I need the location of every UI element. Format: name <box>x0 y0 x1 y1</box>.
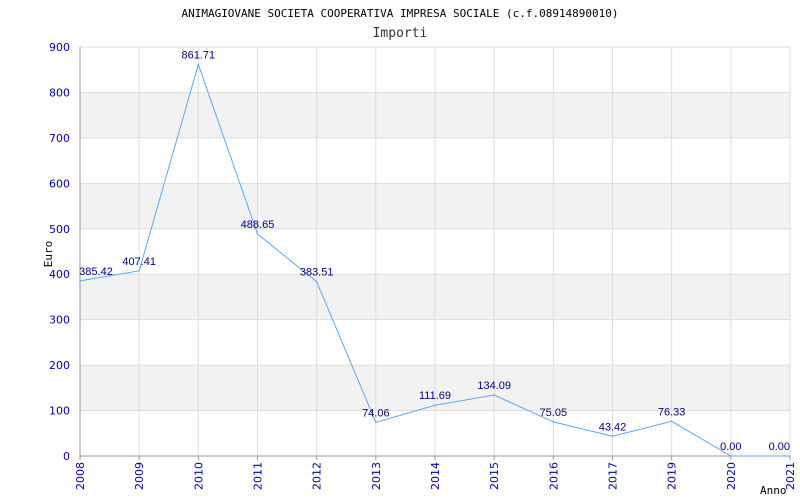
x-axis-ticks: 2008 2009 2010 2011 2012 2013 2014 2015 2016 2017… <box>74 462 797 490</box>
x-tick-label: 2019 <box>666 462 679 490</box>
data-label: 385.42 <box>79 266 113 278</box>
y-tick-label: 400 <box>49 268 70 281</box>
data-point <box>315 280 318 283</box>
data-label: 134.09 <box>477 380 511 392</box>
x-tick-label: 2011 <box>252 462 265 490</box>
data-point <box>79 280 81 282</box>
x-tick-label: 2013 <box>370 462 383 490</box>
x-tick-label: 2016 <box>547 462 560 490</box>
data-point <box>138 270 140 272</box>
y-tick-label: 0 <box>63 450 70 463</box>
y-tick-label: 900 <box>49 41 70 54</box>
data-point <box>493 394 495 396</box>
data-label: 75.05 <box>540 407 568 419</box>
chart-title: ANIMAGIOVANE SOCIETA COOPERATIVA IMPRESA… <box>181 7 618 20</box>
data-point <box>375 421 377 424</box>
x-tick-label: 2012 <box>311 462 324 490</box>
chart-container: ANIMAGIOVANE SOCIETA COOPERATIVA IMPRESA… <box>0 0 800 500</box>
y-axis-label: Euro <box>42 241 55 268</box>
chart-subtitle: Importi <box>373 26 428 41</box>
x-tick-label: 2014 <box>429 462 442 490</box>
data-label: 488.65 <box>241 219 275 231</box>
data-point <box>552 421 555 423</box>
data-label: 111.69 <box>419 390 451 402</box>
data-label: 76.33 <box>658 406 686 418</box>
y-tick-label: 700 <box>49 132 70 145</box>
y-tick-label: 500 <box>49 223 70 236</box>
data-point <box>670 420 673 423</box>
y-tick-label: 600 <box>49 177 70 190</box>
data-point <box>789 455 791 457</box>
data-label: 43.42 <box>599 421 627 433</box>
data-label: 0.00 <box>769 441 790 453</box>
x-tick-label: 2020 <box>725 462 738 490</box>
data-label: 74.06 <box>362 407 390 419</box>
data-point <box>434 404 436 407</box>
x-tick-label: 2015 <box>488 462 501 490</box>
x-axis-label: Anno <box>760 484 787 497</box>
data-point <box>256 233 259 235</box>
x-tick-label: 2017 <box>607 462 620 490</box>
data-point <box>611 435 614 438</box>
x-tick-label: 2008 <box>74 462 87 490</box>
line-chart: ANIMAGIOVANE SOCIETA COOPERATIVA IMPRESA… <box>42 7 797 497</box>
data-label: 407.41 <box>122 256 156 268</box>
y-tick-label: 800 <box>49 86 70 99</box>
data-point <box>730 455 732 457</box>
x-tick-label: 2010 <box>192 462 205 490</box>
data-label: 0.00 <box>720 441 741 453</box>
data-point <box>197 63 200 66</box>
x-tick-label: 2009 <box>133 462 146 490</box>
y-tick-label: 300 <box>49 314 70 327</box>
y-tick-label: 100 <box>49 405 70 418</box>
data-label: 861.71 <box>182 49 216 61</box>
y-tick-label: 200 <box>49 359 70 372</box>
data-label: 383.51 <box>300 267 334 279</box>
